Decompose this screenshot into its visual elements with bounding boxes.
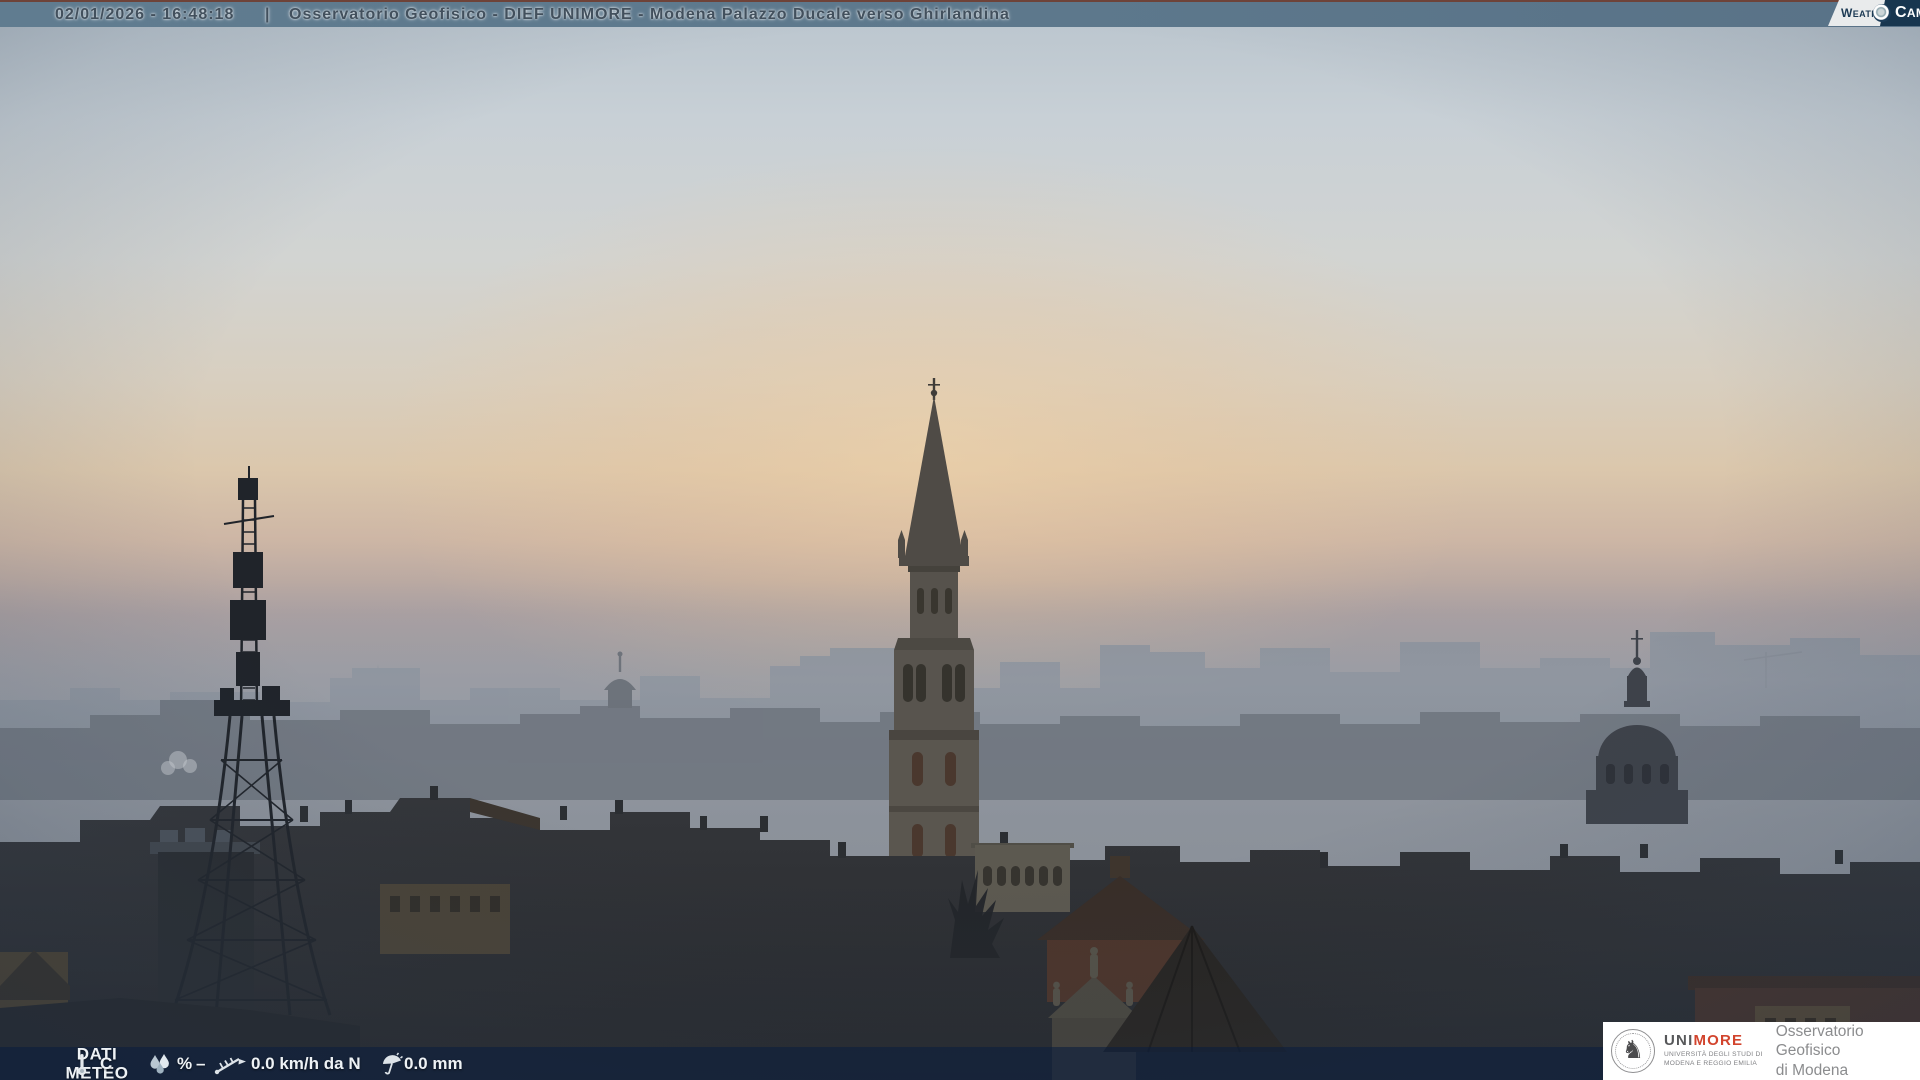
unimore-brand: UNIMORE UNIVERSITÀ DEGLI STUDI DI MODENA…: [1664, 1033, 1763, 1069]
observatory-name-line2: di Modena: [1775, 1061, 1849, 1079]
vignette: [0, 0, 1920, 1080]
webcam-photo: [0, 0, 1920, 1080]
brand-more: MORE: [1693, 1032, 1744, 1050]
wind-value: 0.0 km/h da N: [251, 1053, 361, 1073]
top-status-bar: 02/01/2026 - 16:48:18 | Osservatorio Geo…: [0, 0, 1920, 27]
humidity-placeholder: –: [196, 1053, 206, 1073]
brand-uni: UNI: [1664, 1032, 1694, 1050]
brand-sub-line1: UNIVERSITÀ DEGLI STUDI DI: [1664, 1051, 1763, 1059]
rain-value: 0.0 mm: [404, 1053, 463, 1073]
observatory-name-line1: Osservatorio Geofisico: [1775, 1022, 1864, 1060]
camera-lens-icon: [1873, 4, 1891, 22]
seal-horse-glyph: ♞: [1621, 1035, 1645, 1064]
unimore-credit-box[interactable]: ♞ UNIMORE UNIVERSITÀ DEGLI STUDI DI MODE…: [1603, 1022, 1920, 1080]
humidity-value: %: [177, 1053, 193, 1073]
camera-title: Osservatorio Geofisico - DIEF UNIMORE - …: [289, 5, 1010, 23]
thermometer-icon: [76, 1052, 88, 1076]
temperature-value: C: [100, 1053, 113, 1073]
rain-umbrella-icon: [380, 1052, 404, 1076]
humidity-drops-icon: [147, 1053, 175, 1075]
meteo-label: DATI METEO: [60, 1044, 134, 1080]
webcam-frame: 02/01/2026 - 16:48:18 | Osservatorio Geo…: [0, 0, 1920, 1080]
weathercam-cam-label: Cam: [1895, 4, 1920, 21]
brand-sub-line2: MODENA E REGGIO EMILIA: [1664, 1060, 1758, 1067]
meteo-label-line2: METEO: [65, 1063, 129, 1080]
unimore-seal-icon: ♞: [1611, 1029, 1655, 1073]
wind-vane-icon: [213, 1052, 247, 1076]
observatory-name: Osservatorio Geofisico di Modena: [1776, 1022, 1920, 1080]
timestamp: 02/01/2026 - 16:48:18: [55, 5, 235, 23]
separator: |: [265, 5, 271, 23]
weathercam-logo[interactable]: Weather Cam: [1828, 0, 1920, 26]
meteo-label-line1: DATI: [76, 1043, 118, 1063]
